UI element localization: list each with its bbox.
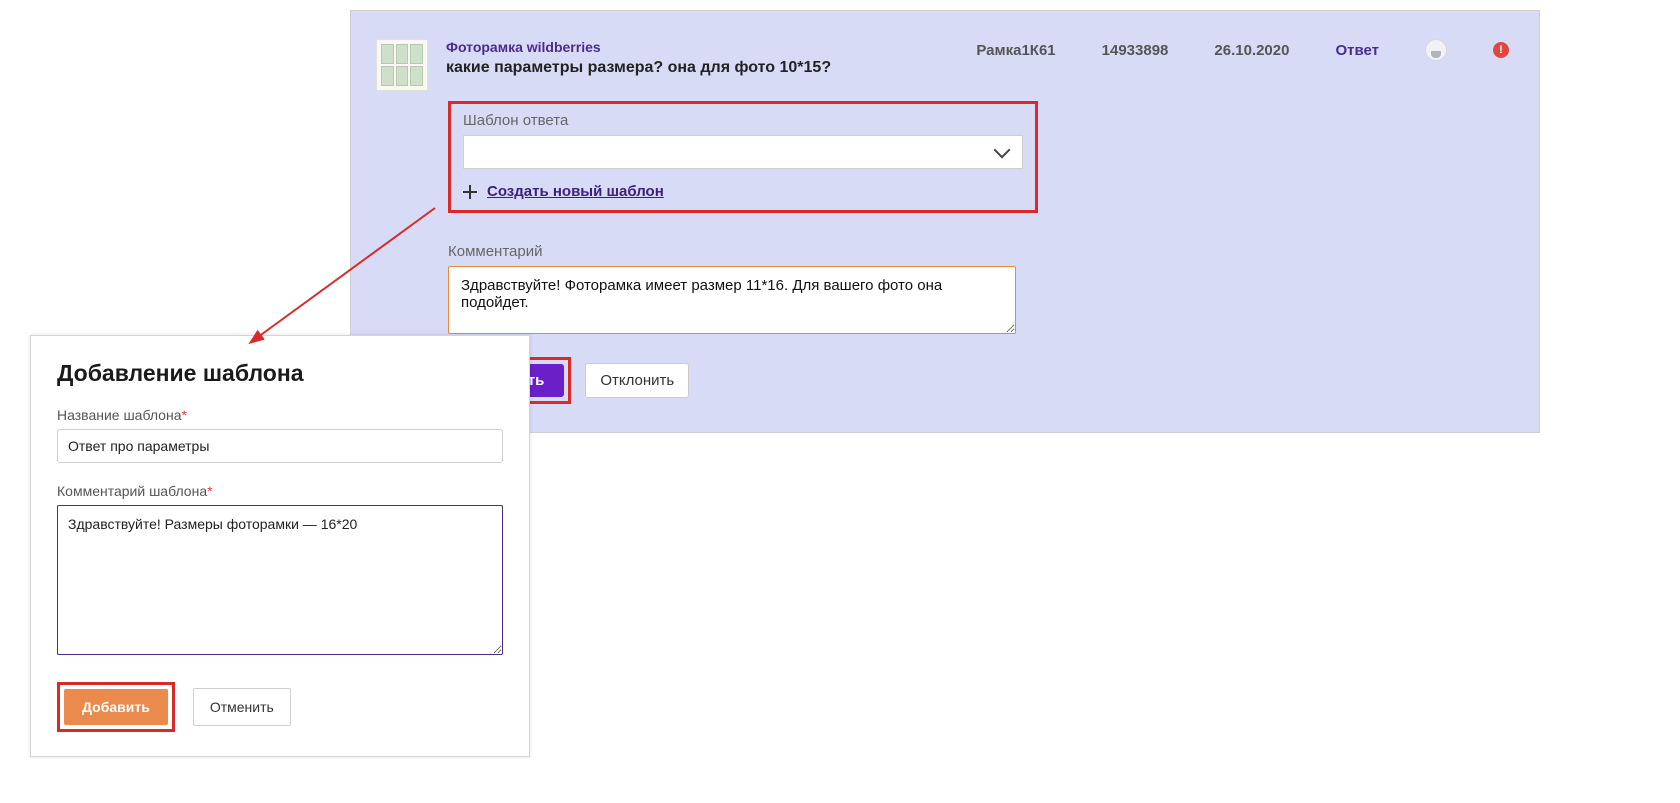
question-text: какие параметры размера? она для фото 10… [446,59,958,77]
template-label: Шаблон ответа [463,112,1023,129]
add-highlight-box: Добавить [57,682,175,732]
button-row: Ответить Отклонить [448,357,1509,404]
comment-section: Комментарий [448,243,1016,339]
chevron-down-icon [996,148,1010,156]
popup-title: Добавление шаблона [57,360,503,387]
template-comment-label: Комментарий шаблона* [57,483,503,499]
popup-button-row: Добавить Отменить [57,682,503,732]
create-template-row[interactable]: Создать новый шаблон [463,183,1023,200]
question-row: Фоторамка wildberries какие параметры ра… [376,39,1509,91]
comment-textarea[interactable] [448,266,1016,334]
add-template-popup: Добавление шаблона Название шаблона* Ком… [30,335,530,757]
plus-icon [463,185,477,199]
decline-button[interactable]: Отклонить [585,363,689,398]
meta-status: Ответ [1335,42,1379,59]
meta-block: Рамка1К61 14933898 26.10.2020 Ответ ! [976,39,1509,61]
meta-code: 14933898 [1102,42,1169,59]
avatar-icon [1425,39,1447,61]
template-comment-textarea[interactable] [57,505,503,655]
product-thumbnail[interactable] [376,39,428,91]
template-name-label: Название шаблона* [57,407,503,423]
template-name-input[interactable] [57,429,503,463]
meta-sku: Рамка1К61 [976,42,1055,59]
create-template-link[interactable]: Создать новый шаблон [487,183,664,200]
question-column: Фоторамка wildberries какие параметры ра… [446,39,958,77]
template-highlight-box: Шаблон ответа Создать новый шаблон [448,101,1038,213]
alert-icon: ! [1493,42,1509,58]
template-select[interactable] [463,135,1023,169]
comment-label: Комментарий [448,243,1016,260]
cancel-button[interactable]: Отменить [193,688,291,726]
add-button[interactable]: Добавить [64,689,168,725]
meta-date: 26.10.2020 [1214,42,1289,59]
product-link[interactable]: Фоторамка wildberries [446,39,601,55]
